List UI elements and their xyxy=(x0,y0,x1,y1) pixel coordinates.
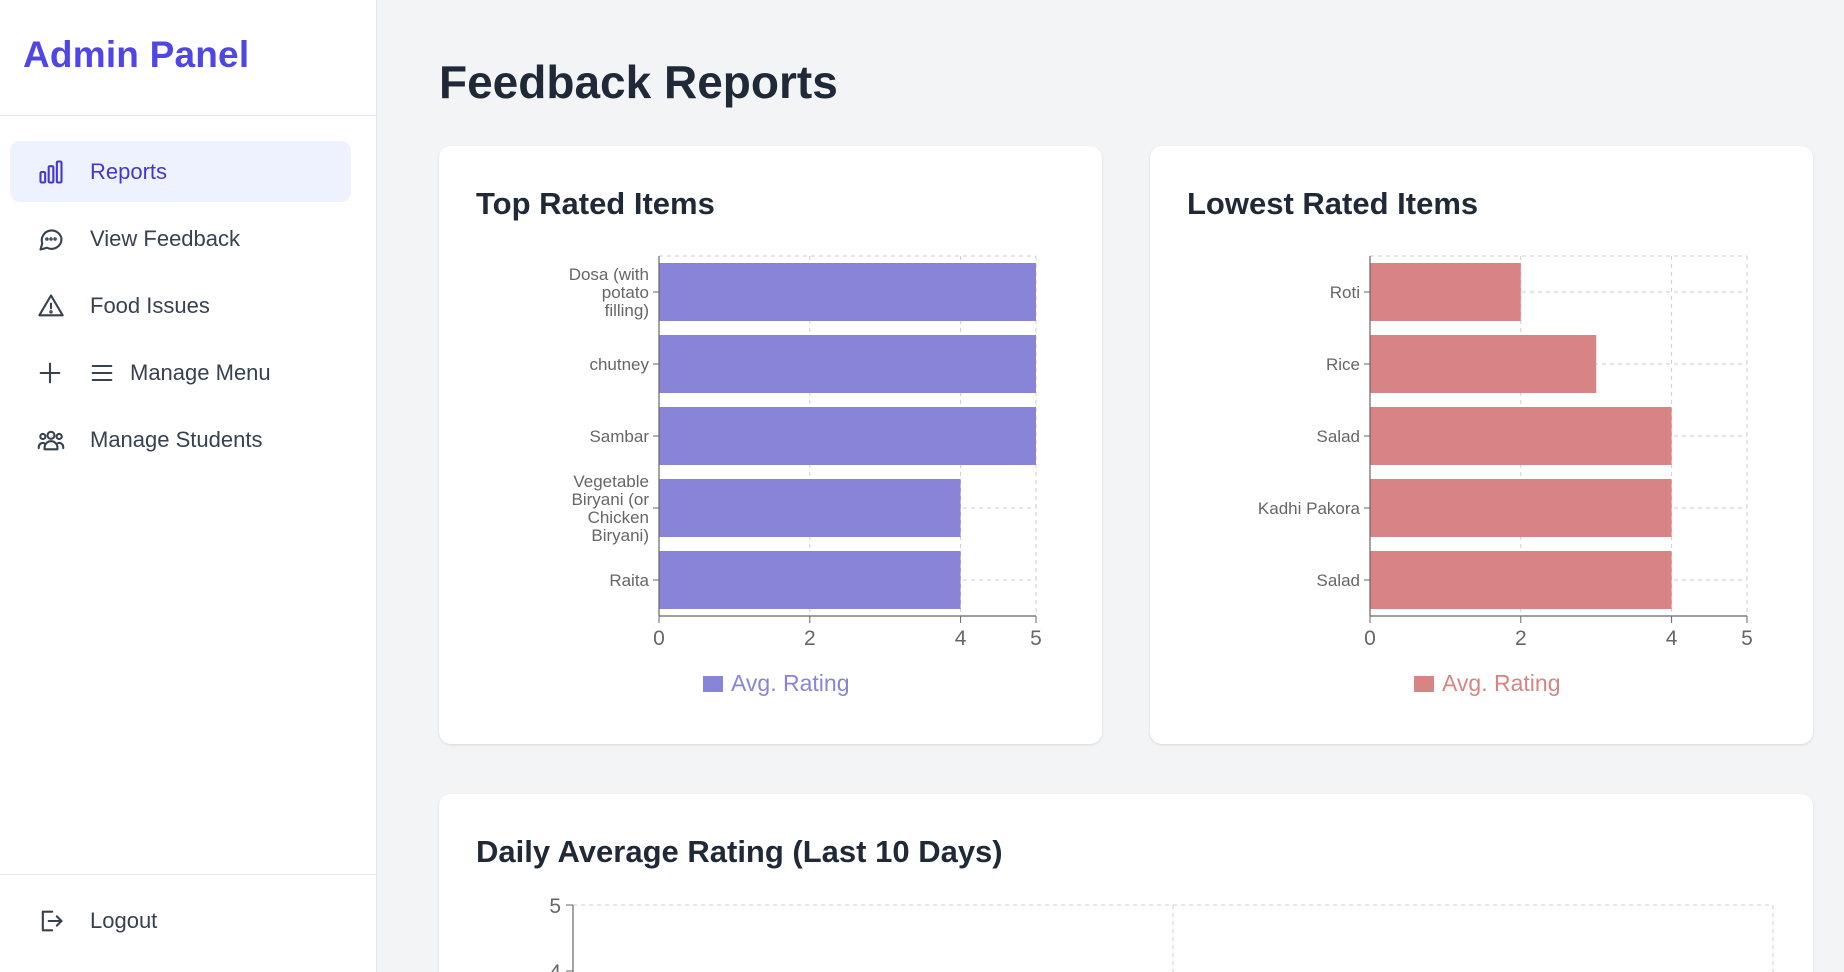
bar xyxy=(1370,479,1672,537)
sidebar-item-manage-students[interactable]: Manage Students xyxy=(10,409,351,470)
sidebar-item-label: Manage Students xyxy=(90,426,263,452)
bar xyxy=(659,479,961,537)
lowest-rated-legend: Avg. Rating xyxy=(1414,670,1560,697)
logout-section: Logout xyxy=(0,874,377,972)
top-rated-legend: Avg. Rating xyxy=(703,670,849,697)
users-icon xyxy=(36,425,66,455)
top-rated-chart: 0 2 4 5 Dosa (with potato filling) chutney Samba… xyxy=(569,255,1042,650)
bar xyxy=(1370,407,1672,465)
y-tick-label: 4 xyxy=(549,961,561,972)
sidebar: Admin Panel Reports View Feedback Food I… xyxy=(0,0,377,972)
x-tick-label: 5 xyxy=(1030,627,1042,650)
y-tick-label: Roti xyxy=(1330,283,1360,302)
bar xyxy=(659,263,1036,321)
bar xyxy=(1370,335,1597,393)
plus-menu-icon xyxy=(36,358,116,388)
bar xyxy=(1370,551,1672,609)
sidebar-nav: Reports View Feedback Food Issues Manage… xyxy=(0,116,376,470)
legend-label: Avg. Rating xyxy=(731,670,850,696)
bar xyxy=(659,551,961,609)
logout-button[interactable]: Logout xyxy=(10,890,351,951)
logout-icon xyxy=(36,906,66,936)
y-tick-label: Kadhi Pakora xyxy=(1258,499,1361,518)
y-tick-label: Dosa (with potato filling) xyxy=(569,265,649,320)
brand-header: Admin Panel xyxy=(0,0,376,116)
sidebar-item-food-issues[interactable]: Food Issues xyxy=(10,275,351,336)
lowest-rated-chart: 0 2 4 5 Roti Rice Salad Kadhi Pakora Salad xyxy=(1258,255,1753,650)
daily-average-chart: 54 xyxy=(549,895,1774,972)
bar xyxy=(659,335,1036,393)
y-tick-label: Raita xyxy=(609,571,649,590)
legend-swatch xyxy=(1414,675,1434,692)
brand-title: Admin Panel xyxy=(23,34,250,75)
sidebar-item-reports[interactable]: Reports xyxy=(10,141,351,202)
y-tick-label: Vegetable Biryani (or Chicken Biryani) xyxy=(572,472,650,545)
x-tick-label: 0 xyxy=(653,627,665,650)
warning-triangle-icon xyxy=(36,291,66,321)
page-title: Feedback Reports xyxy=(439,56,838,108)
y-tick-label: Sambar xyxy=(589,427,649,446)
bar xyxy=(659,407,1036,465)
bar xyxy=(1370,263,1521,321)
chat-bubble-icon xyxy=(36,224,66,254)
y-tick-label: Salad xyxy=(1317,571,1360,590)
x-tick-label: 0 xyxy=(1364,627,1376,650)
x-tick-label: 4 xyxy=(1666,627,1678,650)
sidebar-item-label: View Feedback xyxy=(90,225,241,251)
sidebar-item-label: Reports xyxy=(90,158,168,184)
main-content: Feedback Reports Top Rated Items 0 2 4 5 Dos… xyxy=(377,0,1844,972)
y-tick-label: Salad xyxy=(1317,427,1360,446)
logout-label: Logout xyxy=(90,907,158,933)
sidebar-item-view-feedback[interactable]: View Feedback xyxy=(10,208,351,269)
legend-swatch xyxy=(703,675,723,692)
x-tick-label: 4 xyxy=(955,627,967,650)
y-tick-label: Rice xyxy=(1326,355,1360,374)
y-tick-label: chutney xyxy=(589,355,649,374)
sidebar-item-manage-menu[interactable]: Manage Menu xyxy=(10,342,351,403)
legend-label: Avg. Rating xyxy=(1442,670,1561,696)
y-tick-label: 5 xyxy=(549,895,561,918)
sidebar-item-label: Manage Menu xyxy=(130,359,271,385)
lowest-rated-card: Lowest Rated Items 0 2 4 5 Roti Rice Salad Kadh… xyxy=(1150,146,1813,744)
top-rated-card: Top Rated Items 0 2 4 5 Dosa (with potato fill… xyxy=(439,146,1102,744)
daily-average-card: Daily Average Rating (Last 10 Days) 54 xyxy=(439,794,1813,972)
bar-chart-icon xyxy=(36,157,66,187)
sidebar-item-label: Food Issues xyxy=(90,292,210,318)
x-tick-label: 5 xyxy=(1741,627,1753,650)
x-tick-label: 2 xyxy=(804,627,816,650)
x-tick-label: 2 xyxy=(1515,627,1527,650)
